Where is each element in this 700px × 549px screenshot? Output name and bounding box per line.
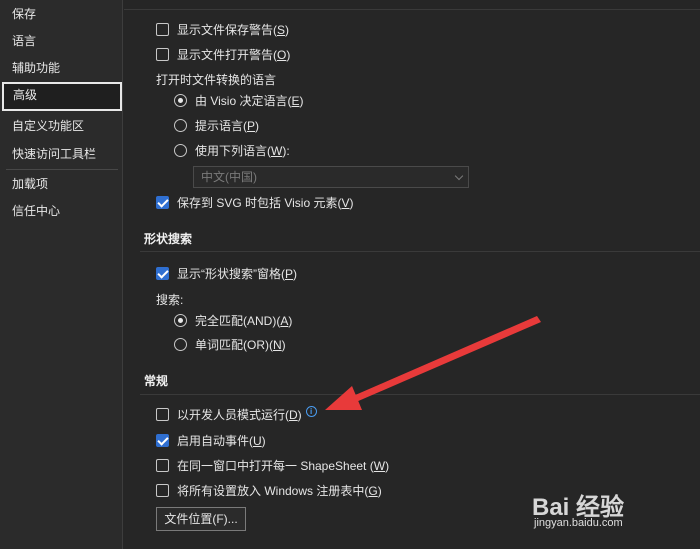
annotation-arrow-shaft bbox=[353, 316, 541, 402]
annotation-arrow-head bbox=[325, 386, 362, 410]
watermark-url: jingyan.baidu.com bbox=[534, 517, 623, 529]
baidu-jingyan-watermark: Bai 经验 jingyan.baidu.com bbox=[532, 487, 662, 535]
annotation-arrow bbox=[325, 316, 541, 410]
